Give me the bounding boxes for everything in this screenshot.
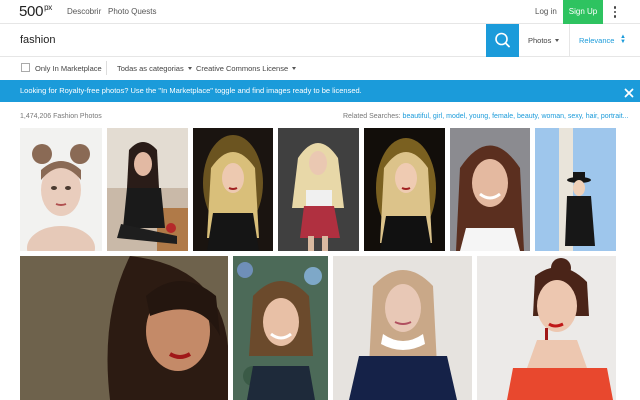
close-icon[interactable]	[624, 85, 634, 98]
chevron-down-icon	[187, 67, 192, 70]
signup-button[interactable]: Sign Up	[563, 0, 603, 24]
photo-thumbnail[interactable]	[477, 256, 616, 400]
top-navigation-bar: 500px Descobrir Photo Quests Log in Sign…	[0, 0, 640, 24]
photo-thumbnail[interactable]	[450, 128, 530, 251]
banner-text: Looking for Royalty-free photos? Use the…	[20, 86, 362, 95]
related-searches-label: Related Searches:	[343, 113, 401, 120]
search-button[interactable]	[486, 24, 519, 57]
site-logo[interactable]: 500px	[19, 3, 52, 20]
sort-arrows-icon: ▲ ▼	[620, 34, 626, 45]
photo-thumbnail[interactable]	[20, 256, 228, 400]
related-search-link[interactable]: hair,	[586, 113, 599, 120]
nav-link-discover[interactable]: Descobrir	[67, 7, 101, 16]
search-input[interactable]	[20, 30, 460, 50]
categories-dropdown[interactable]: Todas as categorias	[117, 64, 192, 73]
sort-select[interactable]: Relevance ▲ ▼	[569, 24, 640, 57]
marketplace-banner: Looking for Royalty-free photos? Use the…	[0, 80, 640, 102]
search-bar: Photos Relevance ▲▼	[0, 24, 640, 57]
license-dropdown[interactable]: Creative Commons License	[196, 64, 297, 73]
photo-thumbnail[interactable]	[333, 256, 472, 400]
photo-thumbnail[interactable]	[535, 128, 616, 251]
photo-thumbnail[interactable]	[20, 128, 102, 251]
login-link[interactable]: Log in	[535, 7, 557, 16]
filter-bar: Only In Marketplace Todas as categorias …	[0, 57, 640, 79]
photo-thumbnail[interactable]	[193, 128, 273, 251]
photo-thumbnail[interactable]	[107, 128, 188, 251]
related-searches: Related Searches: beautiful, girl, model…	[343, 113, 629, 120]
divider	[106, 61, 107, 75]
search-icon	[495, 32, 510, 48]
more-vertical-icon[interactable]	[612, 5, 618, 19]
chevron-down-icon	[555, 39, 560, 42]
chevron-down-icon	[292, 67, 297, 70]
related-search-link[interactable]: woman,	[541, 113, 566, 120]
related-search-link[interactable]: model,	[446, 113, 467, 120]
related-search-link[interactable]: beautiful,	[403, 113, 431, 120]
related-search-link[interactable]: female,	[492, 113, 515, 120]
marketplace-label: Only In Marketplace	[35, 64, 102, 73]
related-search-link[interactable]: sexy,	[568, 113, 584, 120]
related-search-link[interactable]: young,	[469, 113, 490, 120]
content-type-select[interactable]: Photos	[528, 36, 560, 45]
photo-thumbnail[interactable]	[233, 256, 328, 400]
marketplace-checkbox[interactable]	[21, 63, 30, 72]
sort-select-label: Relevance	[579, 36, 615, 45]
related-search-link[interactable]: portrait...	[601, 113, 629, 120]
related-search-link[interactable]: beauty,	[517, 113, 539, 120]
results-count: 1,474,206 Fashion Photos	[20, 113, 102, 120]
photo-thumbnail[interactable]	[278, 128, 359, 251]
nav-link-photo-quests[interactable]: Photo Quests	[108, 7, 156, 16]
photo-thumbnail[interactable]	[364, 128, 445, 251]
related-search-link[interactable]: girl,	[433, 113, 444, 120]
